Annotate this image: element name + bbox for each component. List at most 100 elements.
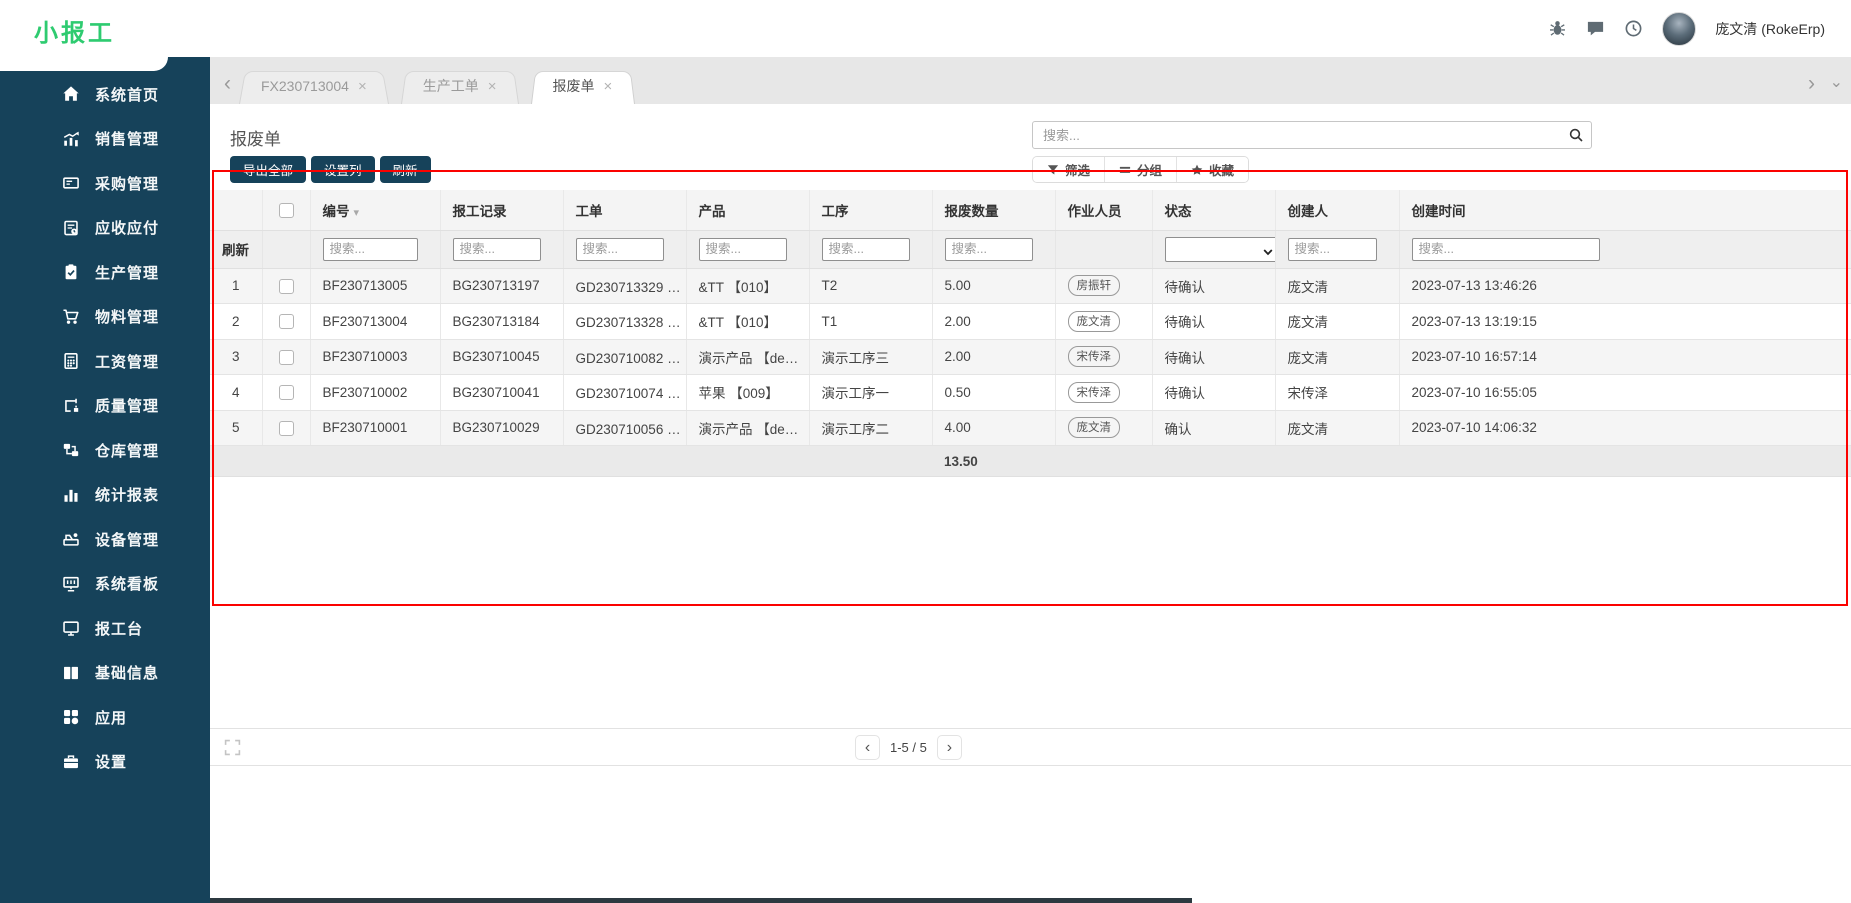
search-icon[interactable]: [1568, 127, 1584, 143]
tab-0[interactable]: FX230713004 ×: [239, 68, 389, 104]
sidebar-item-4[interactable]: 生产管理: [0, 250, 210, 295]
refresh-link[interactable]: 刷新: [210, 230, 263, 269]
table-row[interactable]: 4 BF230710002 BG230710041 GD230710074 【苹…: [210, 374, 1851, 411]
sidebar-item-0[interactable]: 系统首页: [0, 72, 210, 117]
filter-button-label: 分组: [1137, 164, 1163, 178]
toolbar-button-0[interactable]: 导出全部: [230, 156, 307, 183]
operator-badge: 庞文清: [1067, 310, 1120, 332]
table-row[interactable]: 1 BF230713005 BG230713197 GD230713329 【&…: [210, 268, 1851, 304]
app-logo: 小报工: [34, 20, 115, 47]
operator-badge: 庞文清: [1067, 417, 1120, 439]
sidebar-item-label: 系统首页: [95, 86, 160, 104]
header-operator[interactable]: 作业人员: [1055, 190, 1153, 231]
equipment-icon: [62, 530, 80, 548]
sidebar-item-5[interactable]: 物料管理: [0, 295, 210, 340]
tab-1[interactable]: 生产工单 ×: [401, 68, 519, 104]
table-row[interactable]: 3 BF230710003 BG230710045 GD230710082 【演…: [210, 339, 1851, 375]
cell-status: 待确认: [1152, 303, 1276, 340]
cell-code: BF230713005: [310, 268, 441, 304]
filter-code-input[interactable]: [322, 237, 418, 261]
table-row[interactable]: 5 BF230710001 BG230710029 GD230710056 【演…: [210, 410, 1851, 446]
sidebar-item-2[interactable]: 采购管理: [0, 161, 210, 206]
select-all-checkbox[interactable]: [278, 202, 294, 218]
next-page-button[interactable]: ›: [936, 735, 962, 760]
filter-process-input[interactable]: [821, 237, 910, 261]
prev-page-button[interactable]: ‹: [855, 735, 880, 760]
header-workorder[interactable]: 工单: [563, 190, 687, 231]
row-checkbox[interactable]: [278, 385, 294, 401]
sidebar-item-3[interactable]: 应收应付: [0, 206, 210, 251]
tab-2[interactable]: 报废单 ×: [531, 68, 635, 104]
header-record[interactable]: 报工记录: [440, 190, 564, 231]
cell-record: BG230710041: [440, 374, 564, 411]
tab-close-icon[interactable]: ×: [604, 78, 613, 95]
sidebar-item-12[interactable]: 报工台: [0, 606, 210, 651]
warehouse-icon: [62, 441, 80, 459]
topbar: 小报工 庞文清 (RokeErp): [0, 0, 1851, 57]
app-window: 系统首页 销售管理 采购管理 应收应付 生产管理 物料管理 工资管理 质量管理 …: [0, 0, 1851, 903]
header-checkbox-cell: [262, 190, 311, 231]
cell-operator: 宋传泽: [1055, 339, 1153, 375]
tabs-scroll-left-icon[interactable]: ‹: [224, 73, 231, 94]
row-checkbox[interactable]: [278, 420, 294, 436]
header-code[interactable]: 编号 ▾: [310, 190, 441, 231]
row-checkbox[interactable]: [278, 349, 294, 365]
tab-close-icon[interactable]: ×: [358, 78, 367, 95]
status-filter-select[interactable]: [1164, 236, 1274, 262]
header-product[interactable]: 产品: [686, 190, 810, 231]
cell-status: 待确认: [1152, 268, 1276, 304]
filter-workorder-input[interactable]: [575, 237, 664, 261]
filter-record-input[interactable]: [452, 237, 541, 261]
sidebar-item-8[interactable]: 仓库管理: [0, 428, 210, 473]
username[interactable]: 庞文清 (RokeErp): [1715, 19, 1825, 39]
chat-icon[interactable]: [1586, 19, 1605, 38]
sidebar-item-11[interactable]: 系统看板: [0, 562, 210, 607]
sidebar-item-15[interactable]: 设置: [0, 740, 210, 785]
cell-process: 演示工序一: [809, 374, 933, 411]
sidebar-item-10[interactable]: 设备管理: [0, 517, 210, 562]
sidebar-item-1[interactable]: 销售管理: [0, 117, 210, 162]
tabs-dropdown-icon[interactable]: ⌄: [1830, 75, 1843, 91]
cell-status: 确认: [1152, 410, 1276, 446]
row-number: 2: [210, 303, 263, 340]
tab-close-icon[interactable]: ×: [488, 78, 497, 95]
avatar[interactable]: [1662, 11, 1697, 46]
tabs-scroll-right-icon[interactable]: ›: [1808, 73, 1815, 94]
cell-created: 2023-07-13 13:46:26: [1399, 268, 1851, 304]
header-creator[interactable]: 创建人: [1275, 190, 1400, 231]
header-qty[interactable]: 报废数量: [932, 190, 1056, 231]
favorite-button[interactable]: 收藏: [1177, 157, 1249, 182]
sales-chart-icon: [62, 130, 80, 148]
header-created[interactable]: 创建时间: [1399, 190, 1851, 231]
group-by-button[interactable]: 分组: [1105, 157, 1178, 182]
sidebar-item-label: 应用: [95, 709, 128, 727]
sidebar-item-7[interactable]: 质量管理: [0, 384, 210, 429]
filter-creator-input[interactable]: [1287, 237, 1377, 261]
sidebar-item-6[interactable]: 工资管理: [0, 339, 210, 384]
filter-qty-input[interactable]: [944, 237, 1033, 261]
row-checkbox-cell: [262, 410, 311, 446]
sidebar-item-13[interactable]: 基础信息: [0, 651, 210, 696]
global-search-input[interactable]: [1032, 121, 1592, 149]
sidebar-item-label: 系统看板: [95, 576, 160, 594]
history-icon[interactable]: [1624, 19, 1643, 38]
cell-workorder: GD230710074 【苹...: [563, 374, 687, 411]
bug-icon[interactable]: [1548, 19, 1567, 38]
row-checkbox[interactable]: [278, 278, 294, 294]
toolbar-button-1[interactable]: 设置列: [311, 156, 375, 183]
table-row[interactable]: 2 BF230713004 BG230713184 GD230713328 【&…: [210, 303, 1851, 340]
filter-operator-cell: [1055, 230, 1153, 269]
fullscreen-icon[interactable]: [224, 739, 241, 756]
sidebar-item-14[interactable]: 应用: [0, 695, 210, 740]
cell-creator: 宋传泽: [1275, 374, 1400, 411]
tabs: FX230713004 × 生产工单 × 报废单 ×: [239, 68, 646, 104]
row-checkbox[interactable]: [278, 314, 294, 330]
header-process[interactable]: 工序: [809, 190, 933, 231]
filter-created-input[interactable]: [1411, 237, 1600, 261]
sidebar-item-9[interactable]: 统计报表: [0, 473, 210, 518]
row-number: 3: [210, 339, 263, 375]
header-status[interactable]: 状态: [1152, 190, 1276, 231]
filter-product-input[interactable]: [698, 237, 787, 261]
filter-button[interactable]: 筛选: [1033, 157, 1106, 182]
toolbar-button-2[interactable]: 刷新: [379, 156, 431, 183]
